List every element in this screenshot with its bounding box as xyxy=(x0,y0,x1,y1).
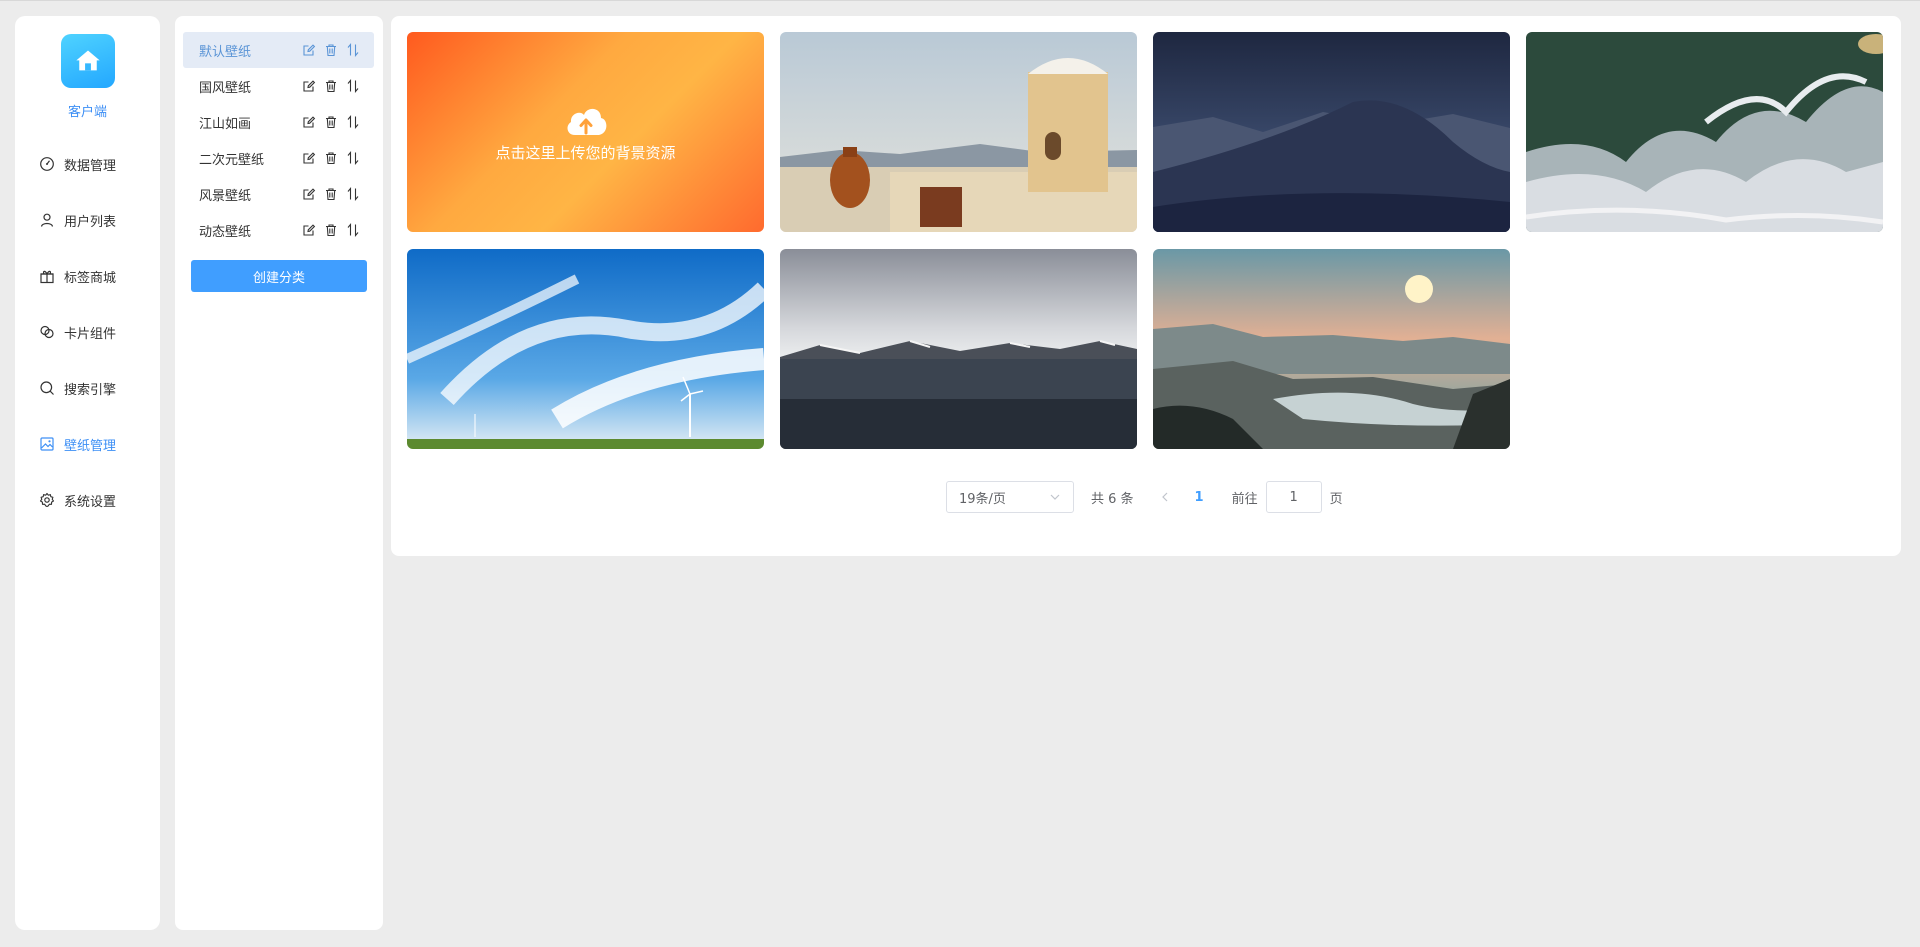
nav-item-label: 用户列表 xyxy=(64,214,117,230)
delete-icon[interactable] xyxy=(324,223,338,237)
gear-icon xyxy=(39,492,55,508)
home-logo[interactable] xyxy=(61,34,115,88)
user-icon xyxy=(39,212,55,228)
sort-icon[interactable] xyxy=(346,79,360,93)
nav-item-system-settings[interactable]: 系统设置 xyxy=(15,472,160,528)
nav-item-label: 搜索引擎 xyxy=(64,382,117,398)
category-label: 默认壁纸 xyxy=(199,44,252,60)
wallpaper-thumbnail-canyon-sunset[interactable] xyxy=(1153,249,1510,449)
category-item[interactable]: 国风壁纸 xyxy=(183,68,374,104)
edit-icon[interactable] xyxy=(302,151,316,165)
wallpaper-thumbnail-desert-dunes[interactable] xyxy=(1153,32,1510,232)
create-category-button[interactable]: 创建分类 xyxy=(191,260,367,292)
sort-icon[interactable] xyxy=(346,115,360,129)
category-label: 二次元壁纸 xyxy=(199,152,265,168)
upload-text: 点击这里上传您的背景资源 xyxy=(495,143,676,162)
page-unit-label: 页 xyxy=(1329,491,1343,507)
edit-icon[interactable] xyxy=(302,115,316,129)
edit-icon[interactable] xyxy=(302,43,316,57)
goto-label: 前往 xyxy=(1231,491,1258,507)
nav-item-search-engine[interactable]: 搜索引擎 xyxy=(15,360,160,416)
wallpaper-grid: 点击这里上传您的背景资源 xyxy=(407,32,1883,449)
category-item[interactable]: 风景壁纸 xyxy=(183,176,374,212)
nav-item-label: 卡片组件 xyxy=(64,326,117,342)
nav-item-user-list[interactable]: 用户列表 xyxy=(15,192,160,248)
delete-icon[interactable] xyxy=(324,151,338,165)
sidebar-nav: 客户端 数据管理 用户列表 标签商城 卡片组件 搜索引擎 壁纸管理 系统设置 xyxy=(15,16,160,930)
nav-item-tag-shop[interactable]: 标签商城 xyxy=(15,248,160,304)
home-icon xyxy=(76,50,100,71)
nav-list: 数据管理 用户列表 标签商城 卡片组件 搜索引擎 壁纸管理 系统设置 xyxy=(15,136,160,528)
edit-icon[interactable] xyxy=(302,223,316,237)
pagination: 19条/页 共 6 条 1 前往 页 xyxy=(946,481,1343,513)
wallpaper-gallery: 点击这里上传您的背景资源 19条/页 共 6 条 1 前往 1 页 xyxy=(391,16,1901,556)
sort-icon[interactable] xyxy=(346,151,360,165)
image-icon xyxy=(39,436,55,452)
wallpaper-thumbnail-lake-mountains[interactable] xyxy=(780,249,1137,449)
wallpaper-thumbnail-ocean-waves[interactable] xyxy=(1526,32,1883,232)
category-panel: 默认壁纸 国风壁纸 江山如画 二次元壁纸 风景壁纸 动态壁纸 创建分类 xyxy=(175,16,383,930)
nav-item-data-management[interactable]: 数据管理 xyxy=(15,136,160,192)
page-size-select[interactable]: 19条/页 xyxy=(946,481,1074,513)
category-label: 风景壁纸 xyxy=(199,188,252,204)
category-item[interactable]: 江山如画 xyxy=(183,104,374,140)
delete-icon[interactable] xyxy=(324,43,338,57)
category-label: 国风壁纸 xyxy=(199,80,252,96)
client-label[interactable]: 客户端 xyxy=(15,101,160,120)
gift-icon xyxy=(39,268,55,284)
total-count: 共 6 条 xyxy=(1091,491,1134,507)
delete-icon[interactable] xyxy=(324,115,338,129)
window-top-border xyxy=(0,0,1920,1)
chevron-down-icon xyxy=(1050,494,1060,500)
nav-item-wallpaper-management[interactable]: 壁纸管理 xyxy=(15,416,160,472)
delete-icon[interactable] xyxy=(324,79,338,93)
goto-page-input[interactable] xyxy=(1265,481,1322,513)
search-icon xyxy=(39,380,55,396)
sort-icon[interactable] xyxy=(346,187,360,201)
wallpaper-thumbnail-santorini[interactable] xyxy=(780,32,1137,232)
category-item[interactable]: 默认壁纸 xyxy=(183,32,374,68)
link-icon xyxy=(39,324,55,340)
category-item[interactable]: 动态壁纸 xyxy=(183,212,374,248)
upload-tile[interactable]: 点击这里上传您的背景资源 xyxy=(407,32,764,232)
category-item[interactable]: 二次元壁纸 xyxy=(183,140,374,176)
dashboard-icon xyxy=(39,156,55,172)
edit-icon[interactable] xyxy=(302,79,316,93)
cloud-upload-icon xyxy=(567,108,606,135)
nav-item-label: 系统设置 xyxy=(64,494,117,510)
category-label: 动态壁纸 xyxy=(199,224,252,240)
page-number-current[interactable]: 1 xyxy=(1195,490,1204,505)
sort-icon[interactable] xyxy=(346,223,360,237)
edit-icon[interactable] xyxy=(302,187,316,201)
nav-item-label: 数据管理 xyxy=(64,158,117,174)
delete-icon[interactable] xyxy=(324,187,338,201)
category-label: 江山如画 xyxy=(199,116,252,132)
nav-item-label: 标签商城 xyxy=(64,270,117,286)
nav-item-card-components[interactable]: 卡片组件 xyxy=(15,304,160,360)
prev-page-icon[interactable] xyxy=(1159,491,1173,503)
wallpaper-thumbnail-blue-sky-windmills[interactable] xyxy=(407,249,764,449)
sort-icon[interactable] xyxy=(346,43,360,57)
category-list: 默认壁纸 国风壁纸 江山如画 二次元壁纸 风景壁纸 动态壁纸 xyxy=(183,32,374,248)
nav-item-label: 壁纸管理 xyxy=(64,438,117,454)
page-size-value: 19条/页 xyxy=(959,491,1006,507)
